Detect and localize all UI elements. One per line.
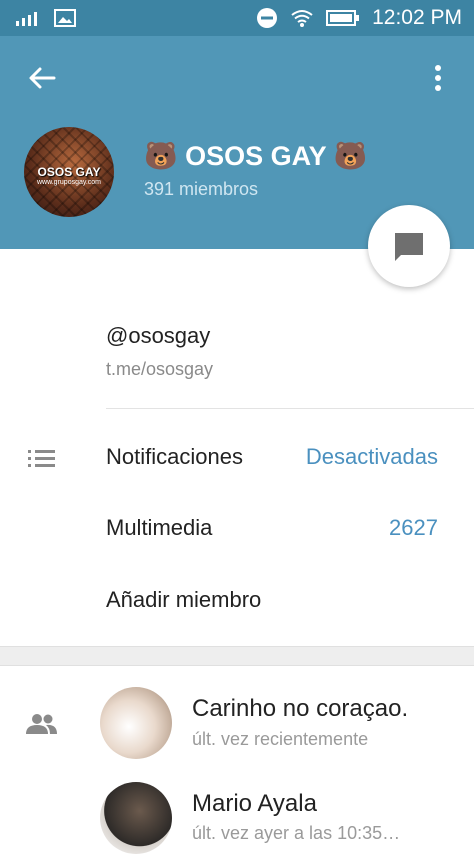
member-avatar[interactable] [100, 687, 172, 759]
chat-bubble-icon [395, 233, 423, 261]
avatar-logo-text: OSOS GAY [37, 165, 101, 179]
media-label[interactable]: Multimedia [106, 515, 212, 541]
wifi-icon [291, 10, 313, 27]
member-avatar[interactable] [100, 782, 172, 854]
list-icon [28, 450, 55, 467]
username[interactable]: @ososgay [106, 323, 210, 349]
member-name[interactable]: Carinho no coraçao. [192, 695, 408, 723]
image-notification-icon [54, 9, 76, 27]
battery-icon [326, 10, 360, 26]
section-separator [0, 646, 474, 666]
member-status: últ. vez recientemente [192, 729, 369, 749]
member-count: 391 miembros [144, 179, 259, 199]
more-options-icon[interactable] [424, 62, 452, 94]
notifications-value[interactable]: Desactivadas [306, 444, 438, 470]
group-title: 🐻 OSOS GAY 🐻 [144, 141, 368, 171]
signal-icon [16, 12, 37, 26]
status-right: 12:02 PM [256, 6, 462, 30]
status-bar: 12:02 PM [0, 0, 474, 36]
avatar-logo-url: www.gruposgay.com [36, 179, 102, 186]
notifications-label[interactable]: Notificaciones [106, 444, 243, 470]
media-count[interactable]: 2627 [389, 515, 438, 541]
divider [106, 408, 474, 409]
open-chat-button[interactable] [368, 205, 450, 287]
members-icon [26, 714, 57, 734]
status-left [16, 9, 76, 27]
member-status: últ. vez ayer a las 10:35… [192, 823, 401, 843]
invite-link[interactable]: t.me/ososgay [106, 359, 213, 380]
member-name[interactable]: Mario Ayala [192, 790, 317, 818]
do-not-disturb-icon [257, 8, 278, 28]
back-arrow-icon[interactable] [26, 62, 58, 94]
clock: 12:02 PM [372, 6, 462, 29]
group-avatar[interactable]: OSOS GAY www.gruposgay.com [24, 127, 114, 217]
add-member-button[interactable]: Añadir miembro [106, 587, 261, 613]
